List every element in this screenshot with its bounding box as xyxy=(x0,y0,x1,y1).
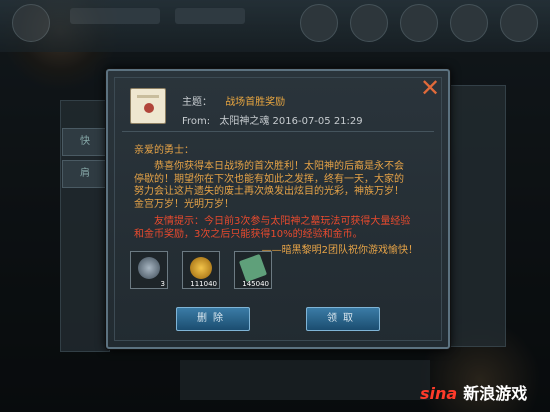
body-line: 恭喜你获得本日战场的首次胜利！太阳神的后裔是永不会 xyxy=(154,161,404,172)
subject-label: 主题： xyxy=(182,97,212,108)
chat-box xyxy=(180,360,430,400)
exp-book-icon xyxy=(238,253,268,283)
item-count: 111040 xyxy=(190,280,217,288)
attachment-exp[interactable]: 145040 xyxy=(234,251,272,289)
delete-button[interactable]: 删除 xyxy=(176,307,250,331)
right-panel xyxy=(444,85,506,347)
status-block xyxy=(70,8,160,24)
friendly-tip: 友情提示：今日前3次参与太阳神之墓玩法可获得大量经验 和金币奖励，3次之后只能获… xyxy=(134,216,424,241)
claim-button[interactable]: 领取 xyxy=(306,307,380,331)
body-line: 停歇的！期望你在下次也能有如此之发挥，终有一天，大家的 xyxy=(134,173,404,185)
from-label: From: xyxy=(182,116,211,127)
watermark-brand: sina xyxy=(420,384,458,403)
subject-value: 战场首胜奖励 xyxy=(225,97,286,108)
menu-icon[interactable] xyxy=(500,4,538,42)
menu-icon[interactable] xyxy=(400,4,438,42)
signature: ——暗黑黎明2团队祝你游戏愉快！ xyxy=(261,245,418,256)
body-line: 金宫万岁！光明万岁！ xyxy=(134,198,234,210)
body-line: 努力会让这片遗失的废土再次焕发出炫目的光彩，神族万岁！ xyxy=(134,186,404,197)
mail-scroll-icon xyxy=(130,88,166,124)
menu-icon[interactable] xyxy=(300,4,338,42)
watermark-text: 新浪游戏 xyxy=(463,384,528,403)
player-avatar[interactable] xyxy=(12,4,50,42)
left-tab[interactable]: 肩 xyxy=(62,160,108,188)
item-count: 145040 xyxy=(242,280,269,288)
mail-dialog: ✕ 主题： 战场首胜奖励 From: 太阳神之魂 2016-07-05 21:2… xyxy=(106,69,450,349)
attachment-gold[interactable]: 111040 xyxy=(182,251,220,289)
menu-icon[interactable] xyxy=(350,4,388,42)
status-block xyxy=(175,8,245,24)
scroll-roll xyxy=(137,95,159,98)
top-status-bar xyxy=(0,0,550,52)
tip-line: 友情提示：今日前3次参与太阳神之墓玩法可获得大量经验 xyxy=(154,216,411,227)
from-value: 太阳神之魂 2016-07-05 21:29 xyxy=(219,116,363,127)
gold-coin-icon xyxy=(190,257,212,279)
mail-body: 恭喜你获得本日战场的首次胜利！太阳神的后裔是永不会 停歇的！期望你在下次也能有如… xyxy=(134,161,424,211)
menu-icon[interactable] xyxy=(450,4,488,42)
tip-line: 和金币奖励，3次之后只能获得10%的经验和金币。 xyxy=(134,228,363,240)
subject-row: 主题： 战场首胜奖励 xyxy=(182,93,285,108)
watermark: sina 新浪游戏 xyxy=(420,380,527,404)
attachment-badge[interactable]: 3 xyxy=(130,251,168,289)
divider xyxy=(122,131,434,132)
left-tab[interactable]: 快 xyxy=(62,128,108,156)
greeting-text: 亲爱的勇士： xyxy=(134,145,194,156)
badge-icon xyxy=(138,257,160,279)
from-row: From: 太阳神之魂 2016-07-05 21:29 xyxy=(182,112,363,127)
close-icon[interactable]: ✕ xyxy=(419,76,441,100)
wax-seal xyxy=(144,103,154,113)
item-count: 3 xyxy=(160,280,165,288)
